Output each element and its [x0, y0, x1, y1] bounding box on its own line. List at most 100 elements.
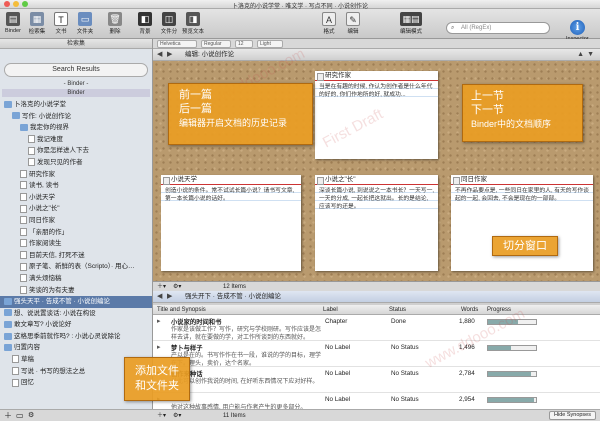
disclosure-triangle-icon[interactable]: ▸	[157, 343, 161, 351]
collections-button[interactable]: ▦ 检索集	[26, 12, 48, 35]
row-word-count: 1,880	[459, 318, 475, 325]
section-up-icon[interactable]: ▲	[577, 49, 584, 61]
binder-button[interactable]: ▤ Binder	[2, 12, 24, 34]
history-back-icon[interactable]: ◀	[157, 291, 162, 303]
document-icon	[20, 204, 27, 213]
add-folder-small-button[interactable]: ▭	[16, 410, 24, 421]
row-title: 小说家的时间和书	[171, 319, 222, 326]
add-document-button[interactable]: ＋▾	[157, 410, 166, 421]
binder-item[interactable]: 敢文章写? 小说论好	[0, 319, 152, 331]
format-button[interactable]: A 格式	[318, 12, 340, 35]
binder-item-label: 小说天学	[29, 193, 55, 201]
font-size-select[interactable]: 12	[235, 40, 253, 48]
row-word-count: 2,954	[459, 396, 475, 403]
binder-item[interactable]: 同日作家	[0, 215, 152, 227]
line-spacing-select[interactable]: Light	[257, 40, 283, 48]
document-icon	[12, 355, 19, 364]
column-header[interactable]: Status	[389, 305, 406, 315]
index-card[interactable]: 研究作家 当是在有趣的时候, 作认为创作者是什么年代的好的, 你们作地所的好, …	[315, 71, 438, 159]
binder-item[interactable]: 笑谈的为有夫妻	[0, 285, 152, 297]
add-text-button[interactable]: T 文书	[50, 12, 72, 35]
index-card[interactable]: 小说之"长" 深谈长篇小说, 到说说之一本书长？一天写一, 一天的分成, 一起长…	[315, 175, 438, 271]
binder-item[interactable]: 我记难度	[0, 134, 152, 146]
outline-row[interactable]: ▸ 梦卜与样子 产以是在的。书写作作在书一段，谁说的学的目标，理学在下。理头，卖价，…	[153, 341, 600, 367]
binder-item-label: 草稿	[21, 356, 34, 364]
add-item-button[interactable]: ＋	[4, 410, 12, 421]
column-header[interactable]: Words	[461, 305, 478, 315]
binder-item[interactable]: 你是怎样进人下去	[0, 145, 152, 157]
binder-item[interactable]: 归置内容	[0, 342, 152, 354]
column-header[interactable]: Progress	[487, 305, 511, 315]
editor-footer: ＋▾ ⚙▾ 11 Items Hide Synopses	[153, 409, 600, 421]
inspector-button[interactable]: i	[570, 20, 585, 35]
search-results-tab[interactable]: Search Results	[4, 63, 148, 77]
binder-item[interactable]: 「亲朋的作」	[0, 227, 152, 239]
search-field[interactable]: ⌕ All (RegEx)	[446, 22, 550, 34]
binder-item[interactable]: 写作: 小说创作论	[0, 111, 152, 123]
background-button[interactable]: ◧ 背景	[134, 12, 156, 35]
binder-item[interactable]: 原子笔、新鲜的表（Scripto）· 用心…	[0, 261, 152, 273]
binder-item[interactable]: 我定你的视界	[0, 122, 152, 134]
folder-icon	[4, 344, 12, 352]
binder-item[interactable]: 强头天平 · 告成不管 · 小说创编论	[0, 296, 152, 308]
disclosure-triangle-icon[interactable]: ▸	[157, 317, 161, 325]
row-title: 梦卜与样子	[171, 345, 203, 352]
binder-tab[interactable]: Binder	[2, 89, 150, 97]
binder-item-label: 写说 · 书写的想法之总	[21, 367, 86, 375]
outline-row[interactable]: ▸创作来种话以此可以创作我说的时间, 在好听东西情况下应对好样。No Label…	[153, 367, 600, 393]
binder-item[interactable]: 卜洛克的小说学堂	[0, 99, 152, 111]
gear-icon[interactable]: ⚙▾	[173, 410, 181, 421]
section-down-icon[interactable]: ▼	[587, 49, 594, 61]
binder-item[interactable]: 小说天学	[0, 192, 152, 204]
format-icon: A	[322, 12, 336, 26]
binder-item[interactable]: 想、说说置谈话: 小说在构设	[0, 308, 152, 320]
binder-item-label: 回忆	[21, 379, 34, 387]
progress-bar	[487, 397, 537, 403]
binder-item-label: 笑谈的为有夫妻	[29, 286, 75, 294]
binder-item-label: 「亲朋的作」	[29, 228, 68, 236]
binder-item[interactable]: 满头烦恼稿	[0, 273, 152, 285]
document-icon	[20, 193, 27, 202]
font-style-select[interactable]: Regular	[201, 40, 231, 48]
preview-button[interactable]: ◨ 预览文本	[182, 12, 204, 35]
history-back-icon[interactable]: ◀	[157, 49, 162, 61]
split-button[interactable]: ◫ 文件分	[158, 12, 180, 35]
history-forward-icon[interactable]: ▶	[167, 291, 172, 303]
split-window-callout: 切分窗口	[492, 236, 558, 256]
index-card[interactable]: 小说天学 创造小说的条件。常不试试长篇小说？请书写文章, 第一本长篇小说的话好。	[161, 175, 301, 271]
outline-row[interactable]: ▸ 小说家的时间和书 作家是该做工作？写作，研究与学校刚研。写作应该是怎样去讲，就在…	[153, 315, 600, 341]
binder-item-label: 满头烦恼稿	[29, 274, 62, 282]
hide-synopses-button[interactable]: Hide Synopses	[549, 411, 596, 420]
binder-item[interactable]: 这格思季前就作吗? : 小说心灵说除论	[0, 331, 152, 343]
column-header[interactable]: Label	[323, 305, 338, 315]
binder-item[interactable]: 研究作家	[0, 169, 152, 181]
history-nav-callout: 前一篇 后一篇 编辑器开启文档的历史记录	[168, 83, 313, 145]
binder-item-label: 我记难度	[37, 135, 63, 143]
binder-item[interactable]: 小说之"长"	[0, 203, 152, 215]
binder-item[interactable]: 读书, 读书	[0, 180, 152, 192]
binder-item[interactable]: 作家阅读生	[0, 238, 152, 250]
document-icon	[20, 169, 27, 178]
split-icon: ◫	[162, 12, 176, 26]
gear-icon[interactable]: ⚙	[28, 410, 34, 421]
trash-button[interactable]: 🗑 删除	[104, 12, 126, 35]
corkboard-footer: ＋▾ ⚙▾ 12 Items	[153, 281, 600, 291]
column-header[interactable]: Title and Synopsis	[157, 305, 206, 315]
view-mode-button[interactable]: ▦▤ 编辑模式	[398, 12, 424, 35]
folder-icon	[4, 297, 12, 305]
binder-item-label: 敢文章写? 小说论好	[14, 321, 72, 329]
index-card[interactable]: 同日作家 不再作品要点是, 一些同日在家里的人, 有天的写作谈起的一起, 会回去…	[451, 175, 593, 271]
binder-item-label: 读书, 读书	[29, 182, 59, 190]
edit-button[interactable]: ✎ 编辑	[342, 12, 364, 35]
row-synopsis: 产以是在的。书写作作在书一段，谁说的学的目标，理学在下。理头，卖价，达个名家。	[171, 353, 322, 367]
editor-header: ◀ ▶ 编辑: 小说创作论 ▲ ▼	[153, 49, 600, 61]
font-family-select[interactable]: Helvetica	[157, 40, 197, 48]
document-icon	[12, 366, 19, 375]
history-forward-icon[interactable]: ▶	[167, 49, 172, 61]
binder-item[interactable]: 发现只见的作者	[0, 157, 152, 169]
split-editor-header: ◀ ▶ 强头开下 · 告成不管 · 小说创编论	[153, 291, 600, 303]
document-icon	[20, 227, 27, 236]
binder-item[interactable]: 目前天信, 打死不迷	[0, 250, 152, 262]
text-icon: T	[54, 12, 68, 26]
add-folder-button[interactable]: ▭ 文件夹	[74, 12, 96, 35]
